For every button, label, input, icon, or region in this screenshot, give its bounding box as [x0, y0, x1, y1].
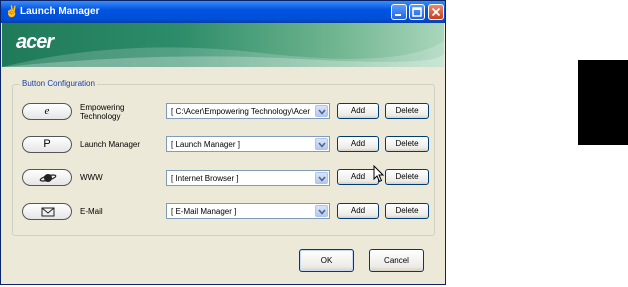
- minimize-icon: [395, 14, 401, 16]
- add-button[interactable]: Add: [337, 103, 379, 119]
- mouse-cursor-icon: [373, 165, 385, 183]
- add-button[interactable]: Add: [337, 136, 379, 152]
- combo-value: [ Internet Browser ]: [171, 174, 239, 183]
- chevron-down-icon: [318, 209, 326, 215]
- close-icon: [431, 7, 441, 17]
- email-key-button[interactable]: [22, 203, 72, 220]
- acer-logo: acer: [16, 31, 54, 53]
- empowering-key-button[interactable]: e: [22, 103, 72, 120]
- ok-button[interactable]: OK: [299, 249, 354, 272]
- email-combo[interactable]: [ E-Mail Manager ]: [166, 203, 330, 219]
- www-combo[interactable]: [ Internet Browser ]: [166, 170, 330, 186]
- row-label-empowering: Empowering Technology: [80, 103, 160, 121]
- black-block: [578, 60, 628, 145]
- banner-swoosh: [2, 41, 444, 67]
- delete-button[interactable]: Delete: [385, 103, 429, 119]
- window-title: Launch Manager: [20, 6, 100, 17]
- p-icon: P: [43, 138, 51, 150]
- row-label-www: WWW: [80, 173, 103, 182]
- launch-manager-window: ✌ Launch Manager acer Button Configurati…: [0, 0, 446, 285]
- delete-button[interactable]: Delete: [385, 136, 429, 152]
- combo-value: [ E-Mail Manager ]: [171, 207, 237, 216]
- brand-banner: acer: [2, 23, 444, 67]
- chevron-down-icon: [318, 109, 326, 115]
- row-label-email: E-Mail: [80, 207, 103, 216]
- maximize-icon: [412, 7, 422, 17]
- chevron-down-icon: [318, 142, 326, 148]
- e-icon: e: [44, 105, 50, 117]
- dropdown-arrow-button[interactable]: [315, 172, 328, 184]
- envelope-icon: [41, 207, 55, 217]
- empowering-combo[interactable]: [ C:\Acer\Empowering Technology\Acer: [166, 103, 330, 119]
- minimize-button[interactable]: [391, 4, 407, 20]
- dropdown-arrow-button[interactable]: [315, 138, 328, 150]
- chevron-down-icon: [318, 176, 326, 182]
- group-title: Button Configuration: [20, 79, 97, 88]
- dropdown-arrow-button[interactable]: [315, 105, 328, 117]
- combo-value: [ Launch Manager ]: [171, 140, 240, 149]
- delete-button[interactable]: Delete: [385, 203, 429, 219]
- dropdown-arrow-button[interactable]: [315, 205, 328, 217]
- title-bar[interactable]: ✌ Launch Manager: [1, 1, 445, 23]
- label-line: Empowering: [80, 103, 125, 112]
- planet-icon: [39, 174, 57, 182]
- www-key-button[interactable]: [22, 169, 72, 186]
- close-button[interactable]: [428, 4, 444, 20]
- maximize-button[interactable]: [409, 4, 425, 20]
- delete-button[interactable]: Delete: [385, 169, 429, 185]
- label-line: Technology: [80, 112, 121, 121]
- add-button[interactable]: Add: [337, 203, 379, 219]
- p-key-button[interactable]: P: [22, 136, 72, 153]
- launch-manager-combo[interactable]: [ Launch Manager ]: [166, 136, 330, 152]
- app-icon: ✌: [5, 6, 19, 18]
- combo-value: [ C:\Acer\Empowering Technology\Acer: [171, 107, 311, 116]
- row-label-launch-manager: Launch Manager: [80, 140, 141, 149]
- cancel-button[interactable]: Cancel: [369, 249, 424, 272]
